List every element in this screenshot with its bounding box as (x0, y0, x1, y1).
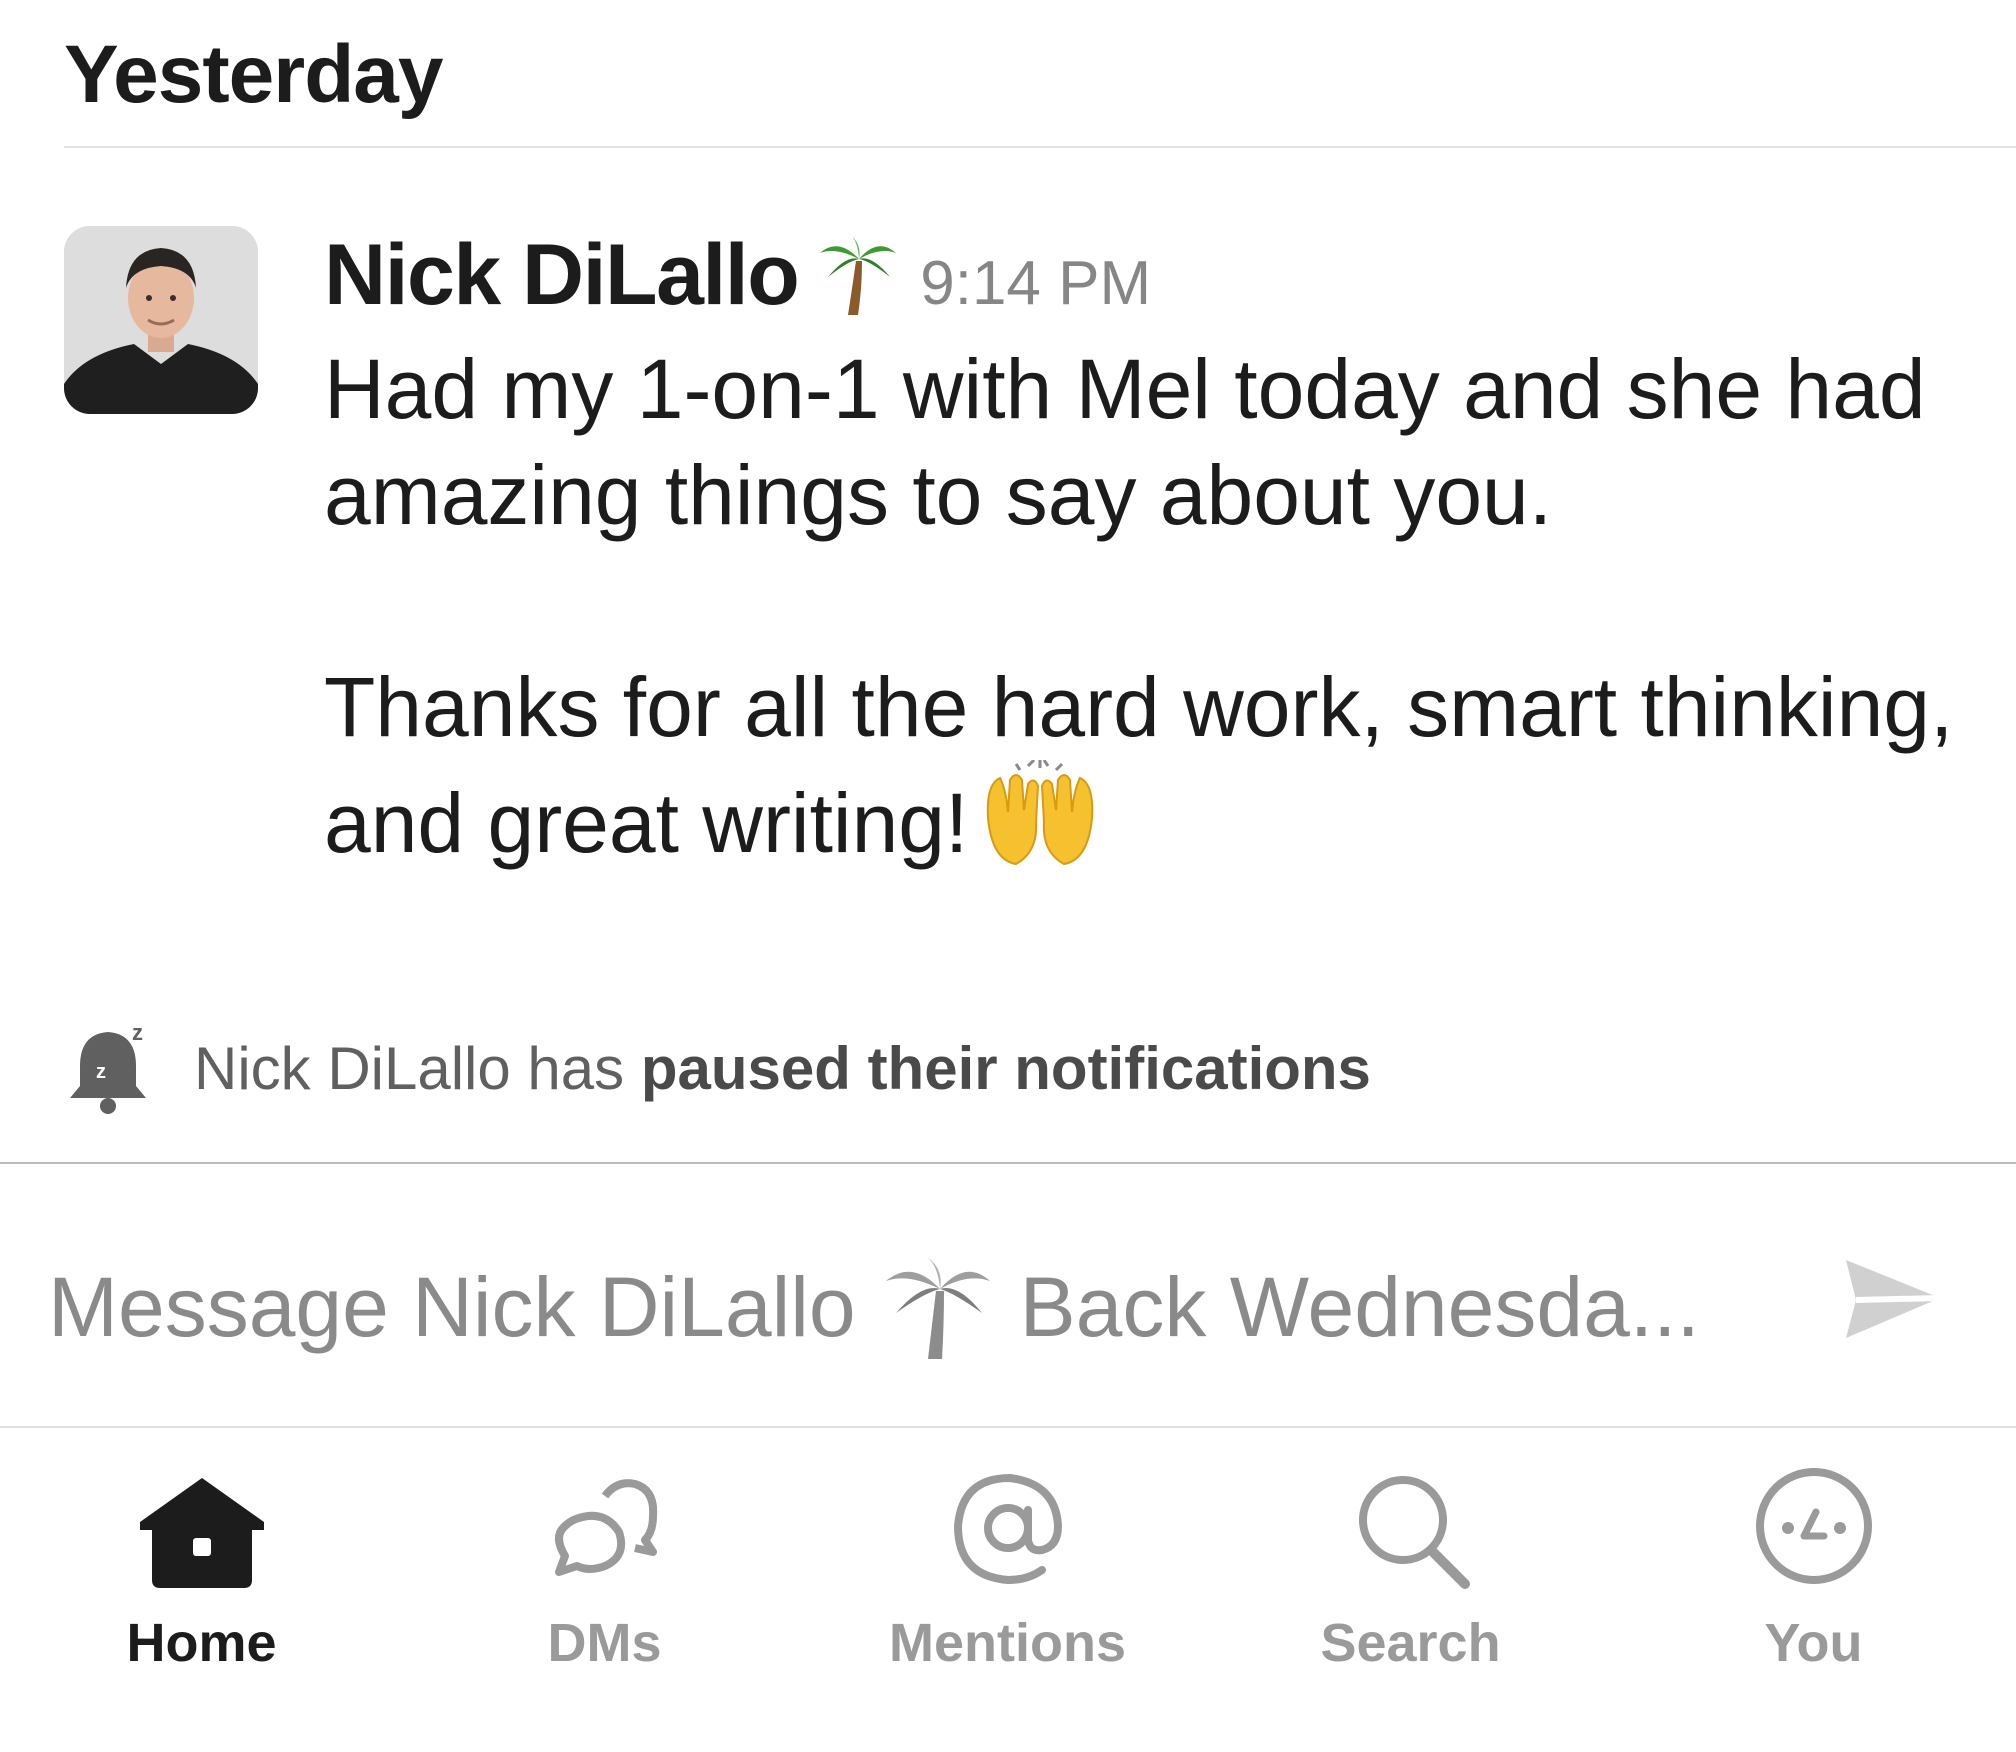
avatar[interactable] (64, 226, 258, 414)
message-paragraph: Thanks for all the hard work, smart thin… (324, 654, 1964, 876)
snoozed-bell-icon: z z (70, 1022, 146, 1114)
day-divider (64, 146, 2016, 148)
svg-text:z: z (132, 1022, 143, 1045)
tab-dms[interactable]: DMs (403, 1428, 806, 1752)
svg-text:z: z (96, 1061, 106, 1083)
search-icon (1358, 1476, 1470, 1589)
message-input[interactable] (48, 1164, 1838, 1426)
notice-text: Nick DiLallo has paused their notificati… (194, 1034, 1371, 1103)
tab-search[interactable]: Search (1209, 1428, 1612, 1752)
send-button[interactable] (1836, 1246, 1948, 1358)
message-timestamp[interactable]: 9:14 PM (920, 248, 1151, 319)
sender-name[interactable]: Nick DiLallo (324, 226, 800, 325)
message-header: Nick DiLallo 9:14 PM (324, 226, 1151, 325)
home-icon (139, 1478, 264, 1588)
bottom-tab-bar: Home DMs Mentions Search You (0, 1428, 2016, 1752)
tab-label: Mentions (889, 1613, 1126, 1673)
message-body: Had my 1-on-1 with Mel today and she had… (324, 336, 1964, 876)
you-icon (1755, 1468, 1872, 1584)
message-paragraph: Had my 1-on-1 with Mel today and she had… (324, 342, 1926, 542)
message-text: Thanks for all the hard work, smart thin… (324, 660, 1954, 870)
tab-label: DMs (547, 1613, 662, 1673)
tab-label: Home (126, 1613, 277, 1673)
message-composer: Message Nick DiLallo Back Wednesda... (0, 1164, 2016, 1426)
notice-emphasis: paused their notifications (640, 1034, 1371, 1102)
mentions-icon (953, 1473, 1062, 1585)
palm-tree-icon (820, 233, 897, 315)
raising-hands-icon (987, 760, 1094, 866)
tab-mentions[interactable]: Mentions (806, 1428, 1209, 1752)
tab-label: You (1764, 1613, 1863, 1673)
send-icon (1846, 1260, 1941, 1338)
tab-home[interactable]: Home (0, 1428, 403, 1752)
notifications-paused-notice: z z Nick DiLallo has paused their notifi… (66, 1018, 1371, 1118)
notice-prefix: Nick DiLallo has (194, 1034, 625, 1102)
dms-icon (554, 1479, 657, 1576)
tab-you[interactable]: You (1612, 1428, 2015, 1752)
day-header: Yesterday (64, 29, 443, 120)
tab-label: Search (1320, 1613, 1501, 1673)
